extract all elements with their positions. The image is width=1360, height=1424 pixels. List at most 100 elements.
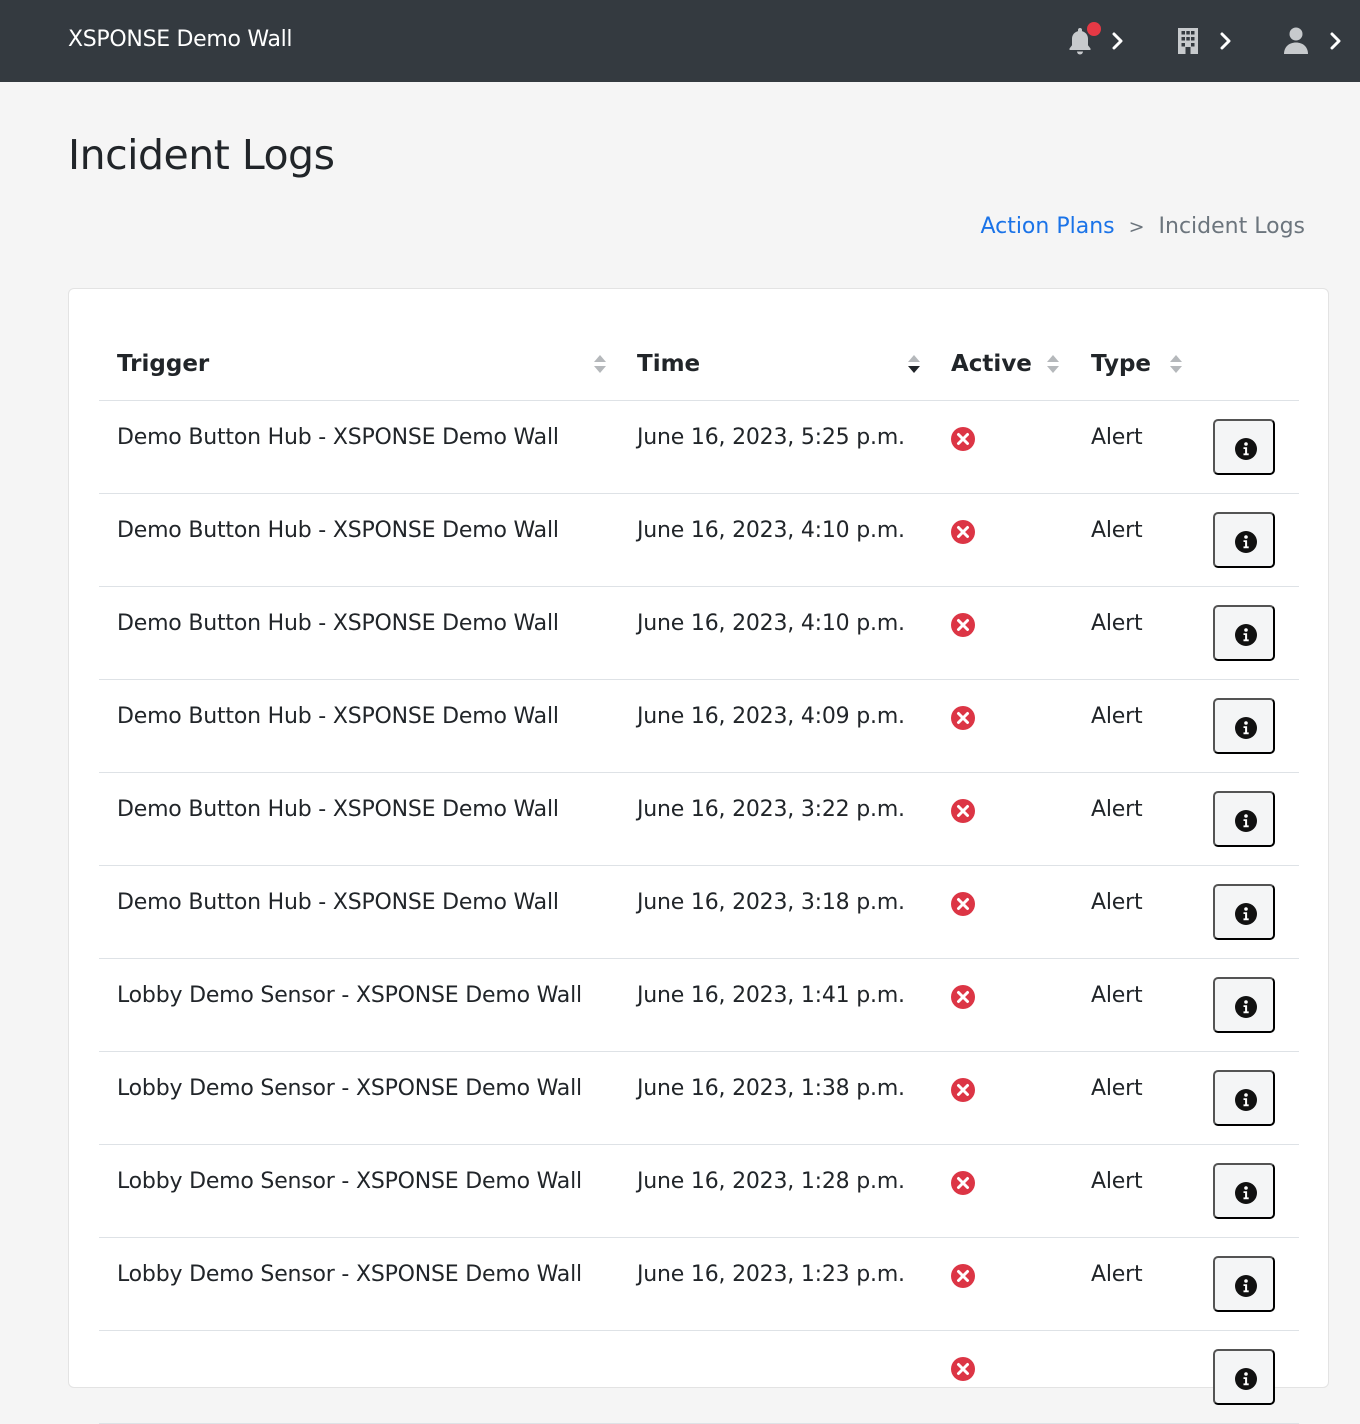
info-icon [1235, 1368, 1257, 1390]
building-menu[interactable] [1175, 26, 1239, 58]
time-cell: June 16, 2023, 1:41 p.m. [637, 983, 905, 1008]
active-status [951, 706, 975, 730]
breadcrumb-separator: > [1128, 216, 1145, 238]
active-status [951, 892, 975, 916]
info-icon [1235, 1182, 1257, 1204]
trigger-cell: Lobby Demo Sensor - XSPONSE Demo Wall [117, 1169, 582, 1194]
active-status [951, 613, 975, 637]
incident-details-button[interactable] [1213, 977, 1275, 1033]
trigger-cell: Lobby Demo Sensor - XSPONSE Demo Wall [117, 1076, 582, 1101]
table-row: Lobby Demo Sensor - XSPONSE Demo Wall Jun… [99, 959, 1299, 1052]
trigger-cell: Demo Button Hub - XSPONSE Demo Wall [117, 797, 559, 822]
time-cell: June 16, 2023, 1:38 p.m. [637, 1076, 905, 1101]
incident-details-button[interactable] [1213, 512, 1275, 568]
chevron-right-icon [1330, 32, 1341, 50]
type-cell: Alert [1091, 425, 1143, 450]
active-status [951, 799, 975, 823]
x-circle-icon [951, 1078, 975, 1102]
active-status [951, 1357, 975, 1381]
breadcrumb-link-action-plans[interactable]: Action Plans [980, 214, 1114, 239]
table-row: Lobby Demo Sensor - XSPONSE Demo Wall Jun… [99, 1238, 1299, 1331]
table-row: Demo Button Hub - XSPONSE Demo Wall June … [99, 401, 1299, 494]
x-circle-icon [951, 427, 975, 451]
x-circle-icon [951, 892, 975, 916]
time-cell: June 16, 2023, 3:22 p.m. [637, 797, 905, 822]
user-menu[interactable] [1282, 26, 1346, 58]
type-cell: Alert [1091, 611, 1143, 636]
column-header-trigger[interactable]: Trigger [117, 351, 209, 377]
incident-details-button[interactable] [1213, 698, 1275, 754]
notifications-menu[interactable] [1067, 22, 1131, 58]
table-row: Demo Button Hub - XSPONSE Demo Wall June … [99, 494, 1299, 587]
time-cell: June 16, 2023, 1:28 p.m. [637, 1169, 905, 1194]
incident-details-button[interactable] [1213, 1256, 1275, 1312]
column-header-time[interactable]: Time [637, 351, 700, 377]
trigger-cell: Demo Button Hub - XSPONSE Demo Wall [117, 425, 559, 450]
time-cell: June 16, 2023, 4:10 p.m. [637, 611, 905, 636]
active-status [951, 1171, 975, 1195]
top-navbar: XSPONSE Demo Wall [0, 0, 1360, 82]
breadcrumb: Action Plans > Incident Logs [980, 214, 1305, 239]
column-header-active[interactable]: Active [951, 351, 1032, 377]
table-row: Lobby Demo Sensor - XSPONSE Demo Wall Jun… [99, 1145, 1299, 1238]
sort-descending-icon[interactable] [907, 353, 921, 375]
x-circle-icon [951, 706, 975, 730]
table-row: Demo Button Hub - XSPONSE Demo Wall June … [99, 866, 1299, 959]
info-icon [1235, 531, 1257, 553]
incident-details-button[interactable] [1213, 1070, 1275, 1126]
type-cell: Alert [1091, 1262, 1143, 1287]
trigger-cell: Demo Button Hub - XSPONSE Demo Wall [117, 890, 559, 915]
info-icon [1235, 810, 1257, 832]
x-circle-icon [951, 985, 975, 1009]
type-cell: Alert [1091, 797, 1143, 822]
time-cell: June 16, 2023, 3:18 p.m. [637, 890, 905, 915]
sort-icon[interactable] [1169, 353, 1183, 375]
active-status [951, 1264, 975, 1288]
active-status [951, 985, 975, 1009]
type-cell: Alert [1091, 1169, 1143, 1194]
info-icon [1235, 1089, 1257, 1111]
incident-details-button[interactable] [1213, 884, 1275, 940]
sort-icon[interactable] [593, 353, 607, 375]
type-cell: Alert [1091, 518, 1143, 543]
sort-icon[interactable] [1046, 353, 1060, 375]
table-row: Demo Button Hub - XSPONSE Demo Wall June … [99, 680, 1299, 773]
notification-badge [1087, 22, 1101, 36]
table-row: Lobby Demo Sensor - XSPONSE Demo Wall Jun… [99, 1052, 1299, 1145]
chevron-right-icon [1220, 32, 1231, 50]
time-cell: June 16, 2023, 5:25 p.m. [637, 425, 905, 450]
breadcrumb-current: Incident Logs [1158, 214, 1305, 239]
type-cell: Alert [1091, 1076, 1143, 1101]
table-row: Demo Button Hub - XSPONSE Demo Wall June … [99, 773, 1299, 866]
active-status [951, 1078, 975, 1102]
info-icon [1235, 717, 1257, 739]
type-cell: Alert [1091, 704, 1143, 729]
x-circle-icon [951, 1171, 975, 1195]
column-header-type[interactable]: Type [1091, 351, 1151, 377]
trigger-cell: Lobby Demo Sensor - XSPONSE Demo Wall [117, 1262, 582, 1287]
info-icon [1235, 1275, 1257, 1297]
trigger-cell: Demo Button Hub - XSPONSE Demo Wall [117, 611, 559, 636]
chevron-right-icon [1112, 32, 1123, 50]
incident-table-card: Trigger Time Active Type Demo Button Hub… [68, 288, 1329, 1424]
active-status [951, 520, 975, 544]
user-icon [1284, 27, 1308, 54]
incident-details-button[interactable] [1213, 791, 1275, 847]
incident-details-button[interactable] [1213, 1163, 1275, 1219]
incident-details-button[interactable] [1213, 419, 1275, 475]
active-status [951, 427, 975, 451]
incident-details-button[interactable] [1213, 1349, 1275, 1405]
brand-name[interactable]: XSPONSE Demo Wall [68, 27, 293, 52]
trigger-cell: Demo Button Hub - XSPONSE Demo Wall [117, 518, 559, 543]
type-cell: Alert [1091, 983, 1143, 1008]
building-icon [1178, 28, 1198, 54]
time-cell: June 16, 2023, 1:23 p.m. [637, 1262, 905, 1287]
info-icon [1235, 438, 1257, 460]
x-circle-icon [951, 1357, 975, 1381]
info-icon [1235, 996, 1257, 1018]
x-circle-icon [951, 520, 975, 544]
trigger-cell: Demo Button Hub - XSPONSE Demo Wall [117, 704, 559, 729]
type-cell: Alert [1091, 890, 1143, 915]
table-header: Trigger Time Active Type [99, 329, 1299, 401]
incident-details-button[interactable] [1213, 605, 1275, 661]
